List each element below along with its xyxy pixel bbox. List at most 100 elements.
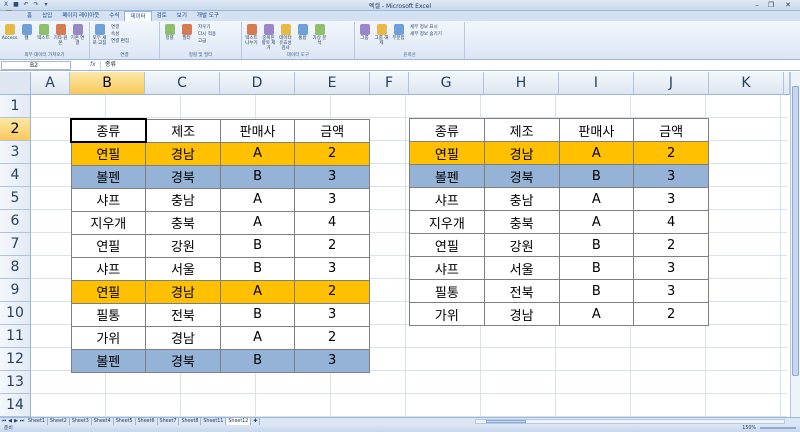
table-cell[interactable]: B [219,348,296,373]
restore-icon[interactable]: ❐ [764,0,778,10]
table-cell[interactable]: 경남 [483,302,560,326]
row-header-6[interactable]: 6 [0,210,31,233]
ribbon-button-4-1[interactable]: 그룹 해제 [374,24,389,46]
table-cell[interactable]: 샤프 [409,256,485,280]
table-cell[interactable]: 필통 [70,302,147,327]
sheet-tab-Sheet2[interactable]: Sheet2 [48,418,70,425]
ribbon-button-1-0[interactable]: 모두 새로 고침 [92,24,107,46]
column-header-C[interactable]: C [145,72,220,95]
ribbon-button-0-0[interactable]: Access [2,24,17,46]
table-cell[interactable]: 3 [633,164,709,188]
table-cell[interactable]: 전북 [145,302,221,327]
last-sheet-icon[interactable]: ⏭ [19,418,25,425]
sheet-tab-Sheet12[interactable]: Sheet12 [226,418,252,425]
ribbon-button-4-0[interactable]: 그룹 [357,24,372,46]
table-cell[interactable]: 2 [633,233,709,257]
ribbon-button-3-3[interactable]: 통합 [295,24,310,51]
table-cell[interactable]: 샤프 [409,187,485,211]
table-cell[interactable]: 가위 [409,302,485,326]
sheet-tab-Sheet6[interactable]: Sheet6 [136,418,158,425]
table-cell[interactable]: B [558,164,635,188]
table-cell[interactable]: 3 [294,302,370,327]
ribbon-button-0-4[interactable]: 기존 연결 [70,24,85,46]
table-cell[interactable]: 볼펜 [70,164,147,189]
header-cell[interactable]: 종류 [409,118,485,142]
ribbon-small-item-2-1[interactable]: 다시 적용 [198,31,216,38]
table-cell[interactable]: 연필 [409,233,485,257]
header-cell[interactable]: 금액 [633,118,709,142]
row-header-2[interactable]: 2 [0,118,31,141]
row-header-12[interactable]: 12 [0,348,31,371]
vertical-scroll-thumb[interactable] [792,86,799,376]
ribbon-button-3-2[interactable]: 데이터 유효성 검사 [278,24,293,51]
table-cell[interactable]: B [219,233,296,258]
zoom-level[interactable]: 150% [742,425,756,432]
table-cell[interactable]: 경북 [145,348,221,373]
tab-5[interactable]: 검토 [152,11,172,21]
tab-4[interactable]: 데이터 [124,11,152,21]
table-cell[interactable]: 3 [294,187,370,212]
table-cell[interactable]: 3 [294,164,370,189]
insert-function-icon[interactable]: fx [90,61,96,68]
row-header-10[interactable]: 10 [0,302,31,325]
ribbon-button-0-3[interactable]: 기타 원본 [53,24,68,46]
ribbon-small-item-1-0[interactable]: 연결 [111,24,129,31]
table-cell[interactable]: 샤프 [70,256,147,281]
table-cell[interactable]: 충남 [483,187,560,211]
minimize-icon[interactable]: – [750,0,764,10]
table-cell[interactable]: 연필 [70,141,147,166]
table-cell[interactable]: 볼펜 [70,348,147,373]
table-cell[interactable]: A [558,141,635,165]
sheet-tab-Sheet11[interactable]: Sheet11 [201,418,227,425]
row-header-8[interactable]: 8 [0,256,31,279]
table-cell[interactable]: 서울 [483,256,560,280]
table-cell[interactable]: A [558,210,635,234]
ribbon-button-2-1[interactable]: 필터 [179,24,194,45]
insert-sheet-icon[interactable]: ✚ [251,418,261,425]
tab-0[interactable]: 홈 [22,11,37,21]
table-cell[interactable]: 연필 [70,233,147,258]
table-cell[interactable]: 4 [294,210,370,235]
table-cell[interactable]: B [219,302,296,327]
table-cell[interactable]: 연필 [409,141,485,165]
table-cell[interactable]: 서울 [145,256,221,281]
row-header-3[interactable]: 3 [0,141,31,164]
table-cell[interactable]: 3 [294,348,370,373]
column-header-H[interactable]: H [484,72,559,95]
table-cell[interactable]: B [558,279,635,303]
formula-input[interactable]: 종류 [100,61,790,70]
table-cell[interactable]: 2 [294,233,370,258]
table-cell[interactable]: 충북 [145,210,221,235]
sheet-tab-Sheet4[interactable]: Sheet4 [92,418,114,425]
sheet-tab-Sheet7[interactable]: Sheet7 [158,418,180,425]
ribbon-button-2-0[interactable]: 정렬 [162,24,177,45]
table-cell[interactable]: 강원 [145,233,221,258]
header-cell[interactable]: 판매사 [558,118,635,142]
table-cell[interactable]: 볼펜 [409,164,485,188]
close-icon[interactable]: ✕ [778,0,798,10]
table-cell[interactable]: A [219,210,296,235]
table-cell[interactable]: 연필 [70,279,147,304]
column-header-A[interactable]: A [31,72,70,95]
tab-7[interactable]: 개발 도구 [192,11,224,21]
zoom-slider[interactable] [760,427,796,429]
table-cell[interactable]: B [558,233,635,257]
table-cell[interactable]: 필통 [409,279,485,303]
column-header-G[interactable]: G [409,72,484,95]
tab-1[interactable]: 삽입 [37,11,57,21]
ribbon-button-0-1[interactable]: 웹 [19,24,34,46]
ribbon-small-item-2-2[interactable]: 고급 [198,38,216,45]
row-header-7[interactable]: 7 [0,233,31,256]
table-cell[interactable]: 경남 [145,325,221,350]
table-cell[interactable]: 충남 [145,187,221,212]
row-header-5[interactable]: 5 [0,187,31,210]
table-cell[interactable]: 전북 [483,279,560,303]
table-cell[interactable]: A [219,325,296,350]
table-cell[interactable]: 3 [294,256,370,281]
row-header-14[interactable]: 14 [0,394,31,417]
table-cell[interactable]: B [219,256,296,281]
tab-2[interactable]: 페이지 레이아웃 [57,11,104,21]
horizontal-scrollbar[interactable] [475,419,785,424]
vertical-scrollbar[interactable] [790,72,800,417]
tab-6[interactable]: 보기 [172,11,192,21]
